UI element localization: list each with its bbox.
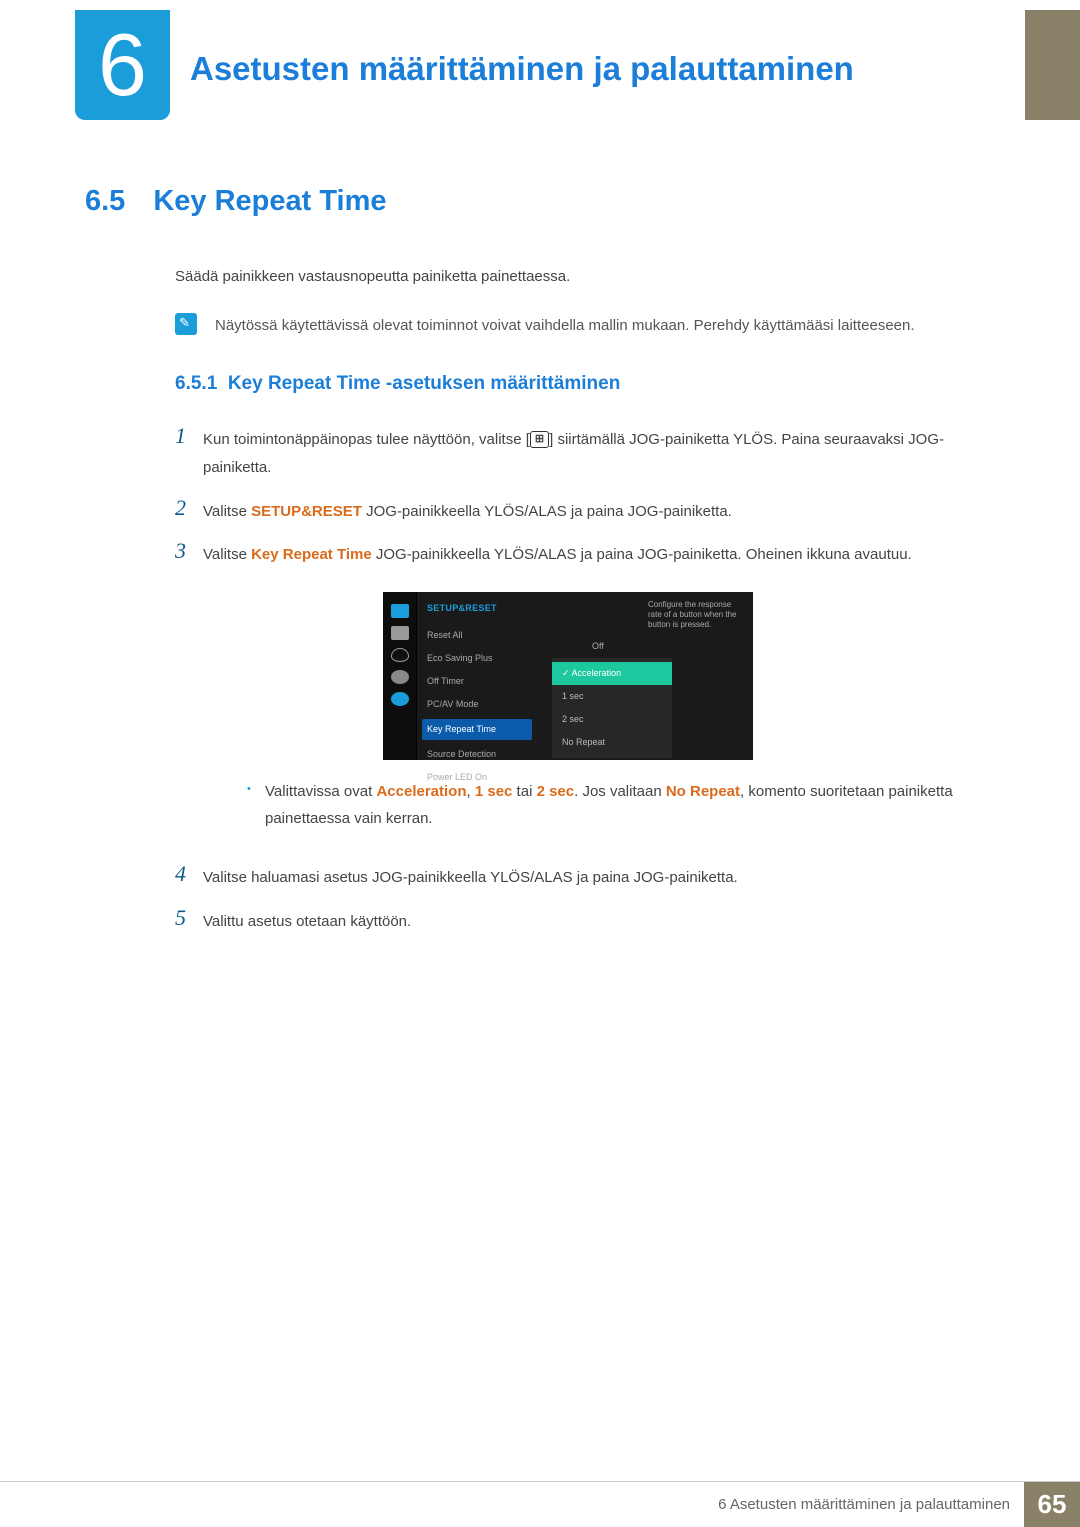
osd-menu-item: Eco Saving Plus	[427, 650, 532, 667]
osd-menu-item: PC/AV Mode	[427, 696, 532, 713]
steps-list: 1 Kun toimintonäppäinopas tulee näyttöön…	[175, 423, 995, 937]
footer-page-number: 65	[1024, 1482, 1080, 1527]
osd-menu-item: Reset All	[427, 627, 532, 644]
osd-menu-header: SETUP&RESET	[427, 600, 532, 617]
subsection-title: Key Repeat Time -asetuksen määrittäminen	[228, 373, 620, 394]
osd-option: No Repeat	[552, 731, 672, 754]
osd-option: 2 sec	[552, 708, 672, 731]
section-number: 6.5	[85, 185, 125, 217]
note-text: Näytössä käytettävissä olevat toiminnot …	[215, 313, 915, 339]
step-number: 5	[175, 905, 203, 931]
page-footer: 6 Asetusten määrittäminen ja palauttamin…	[0, 1481, 1080, 1527]
step-number: 3	[175, 538, 203, 564]
osd-menu-item: Off Timer	[427, 673, 532, 690]
osd-value-off: Off	[592, 638, 604, 655]
page-content: 6.5 Key Repeat Time Säädä painikkeen vast…	[85, 185, 995, 948]
step-body: Valittu asetus otetaan käyttöön.	[203, 905, 995, 937]
osd-screenshot: SETUP&RESET Reset All Eco Saving Plus Of…	[383, 592, 995, 760]
osd-description: Configure the response rate of a button …	[648, 600, 743, 631]
sub-bullet-list: Valittavissa ovat Acceleration, 1 sec ta…	[247, 778, 995, 834]
step-5: 5 Valittu asetus otetaan käyttöön.	[175, 905, 995, 937]
step-body: Valitse SETUP&RESET JOG-painikkeella YLÖ…	[203, 495, 995, 527]
note-icon	[175, 313, 197, 335]
bullet-item: Valittavissa ovat Acceleration, 1 sec ta…	[247, 778, 995, 834]
note-block: Näytössä käytettävissä olevat toiminnot …	[175, 313, 995, 339]
step-body: Kun toimintonäppäinopas tulee näyttöön, …	[203, 423, 995, 483]
step-body: Valitse Key Repeat Time JOG-painikkeella…	[203, 538, 995, 849]
gear-icon	[391, 670, 409, 684]
orange-term: Key Repeat Time	[251, 546, 372, 563]
monitor-icon	[391, 604, 409, 618]
subsection-number: 6.5.1	[175, 373, 217, 394]
info-icon	[391, 692, 409, 706]
bold-term: SETUP&RESET	[251, 503, 362, 520]
osd-menu-list: SETUP&RESET Reset All Eco Saving Plus Of…	[417, 592, 542, 760]
osd-option: 1 sec	[552, 685, 672, 708]
section-heading: 6.5 Key Repeat Time	[85, 185, 995, 218]
section-title: Key Repeat Time	[153, 185, 386, 217]
header-accent-bar	[1025, 10, 1080, 120]
step-4: 4 Valitse haluamasi asetus JOG-painikkee…	[175, 861, 995, 893]
step-number: 4	[175, 861, 203, 887]
osd-detail-pane: Configure the response rate of a button …	[542, 592, 753, 760]
osd-panel: SETUP&RESET Reset All Eco Saving Plus Of…	[383, 592, 753, 760]
menu-icon: ⊞	[530, 431, 549, 448]
resize-icon	[391, 648, 409, 662]
osd-menu-item: Source Detection	[427, 746, 532, 763]
osd-icon-column	[383, 592, 417, 760]
step-2: 2 Valitse SETUP&RESET JOG-painikkeella Y…	[175, 495, 995, 527]
step-number: 2	[175, 495, 203, 521]
chapter-number-tab: 6	[75, 10, 170, 120]
step-number: 1	[175, 423, 203, 449]
subsection-heading: 6.5.1 Key Repeat Time -asetuksen määritt…	[175, 373, 995, 395]
chapter-title: Asetusten määrittäminen ja palauttaminen	[190, 50, 854, 88]
step-3: 3 Valitse Key Repeat Time JOG-painikkeel…	[175, 538, 995, 849]
osd-options-popup: Acceleration 1 sec 2 sec No Repeat	[552, 658, 672, 758]
osd-option-selected: Acceleration	[552, 662, 672, 685]
step-body: Valitse haluamasi asetus JOG-painikkeell…	[203, 861, 995, 893]
step-1: 1 Kun toimintonäppäinopas tulee näyttöön…	[175, 423, 995, 483]
picture-icon	[391, 626, 409, 640]
footer-chapter-label: 6 Asetusten määrittäminen ja palauttamin…	[718, 1482, 1024, 1527]
osd-menu-item-selected: Key Repeat Time	[422, 719, 532, 740]
section-intro: Säädä painikkeen vastausnopeutta painike…	[175, 268, 995, 285]
